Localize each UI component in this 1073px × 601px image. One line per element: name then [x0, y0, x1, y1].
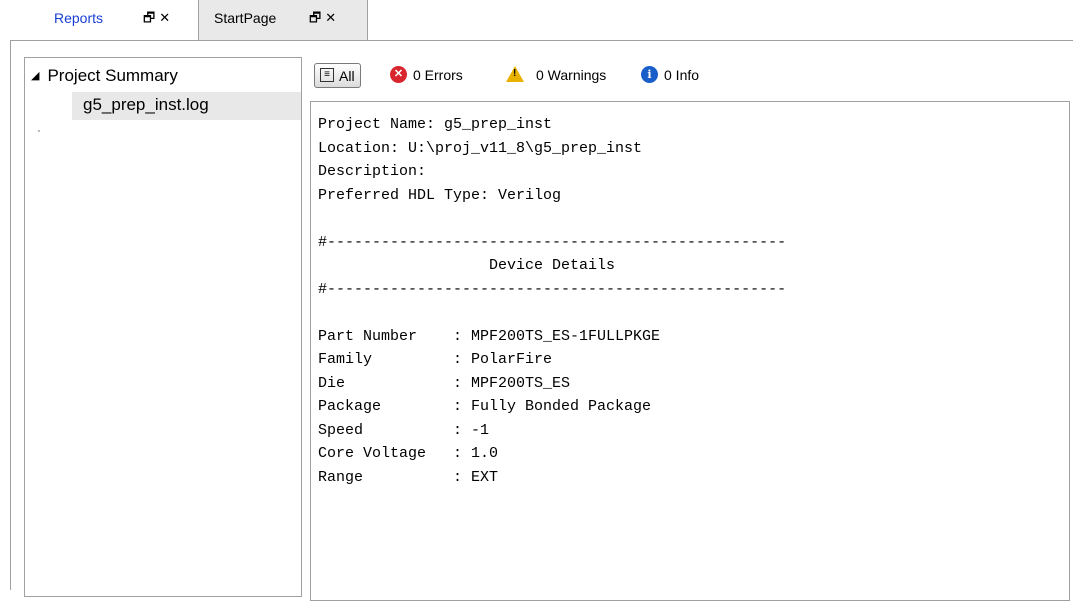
log-line: Speed : -1	[318, 421, 490, 439]
restore-window-icon[interactable]: 🗗	[143, 10, 155, 25]
filter-all-button[interactable]: ≡ All	[314, 63, 361, 88]
log-line: #---------------------------------------…	[318, 280, 787, 298]
restore-window-icon[interactable]: 🗗	[309, 10, 321, 25]
log-line: Die : MPF200TS_ES	[318, 374, 571, 392]
tab-startpage-label: StartPage	[214, 10, 277, 26]
tree-dot	[38, 130, 40, 132]
tab-bar: Reports 🗗 ✕ StartPage 🗗 ✕	[10, 0, 1073, 41]
tree-item-project-summary[interactable]: ◢ Project Summary	[31, 66, 178, 86]
warning-icon: !	[506, 66, 524, 83]
log-viewer[interactable]: Project Name: g5_prep_inst Location: U:\…	[310, 101, 1070, 601]
filter-errors-label: 0 Errors	[413, 67, 463, 83]
tree-item-log[interactable]: g5_prep_inst.log	[72, 92, 301, 120]
info-icon: i	[641, 65, 658, 83]
log-line: Package : Fully Bonded Package	[318, 398, 652, 415]
tree-root-label: Project Summary	[47, 66, 178, 85]
log-line: #---------------------------------------…	[318, 233, 787, 251]
close-icon[interactable]: ✕	[159, 10, 170, 25]
error-icon: ✕	[390, 65, 407, 83]
log-line: Description:	[318, 163, 427, 180]
log-line: Device Details	[318, 257, 616, 274]
report-tree: ◢ Project Summary g5_prep_inst.log	[24, 57, 302, 597]
log-text: Project Name: g5_prep_inst Location: U:\…	[318, 113, 786, 489]
tab-reports-label: Reports	[54, 10, 104, 26]
log-line: Preferred HDL Type: Verilog	[318, 186, 562, 204]
log-line: Core Voltage : 1.0	[318, 445, 499, 462]
log-line: Family : PolarFire	[318, 351, 553, 368]
log-line: Location: U:\proj_v11_8\g5_prep_inst	[318, 139, 643, 157]
close-icon[interactable]: ✕	[325, 10, 336, 25]
filter-errors-button[interactable]: ✕ 0 Errors	[390, 65, 463, 85]
filter-all-label: All	[339, 68, 355, 84]
filter-info-button[interactable]: i 0 Info	[641, 65, 700, 85]
tab-reports[interactable]: Reports 🗗 ✕	[10, 0, 198, 40]
message-filter-bar: ≡ All ✕ 0 Errors ! 0 Warnings i 0 Info	[310, 63, 1050, 91]
log-line: Range : EXT	[318, 468, 499, 486]
expand-triangle-icon[interactable]: ◢	[31, 70, 39, 82]
filter-warnings-label: 0 Warnings	[536, 67, 607, 83]
window-left-border	[10, 0, 11, 590]
log-line: Project Name: g5_prep_inst	[318, 116, 553, 133]
tree-item-label: g5_prep_inst.log	[83, 95, 209, 114]
filter-info-label: 0 Info	[664, 67, 700, 83]
tab-startpage[interactable]: StartPage 🗗 ✕	[198, 0, 368, 40]
list-icon: ≡	[320, 68, 334, 82]
filter-warnings-button[interactable]: ! 0 Warnings	[506, 66, 607, 84]
log-line: Part Number : MPF200TS_ES-1FULLPKGE	[318, 327, 661, 345]
